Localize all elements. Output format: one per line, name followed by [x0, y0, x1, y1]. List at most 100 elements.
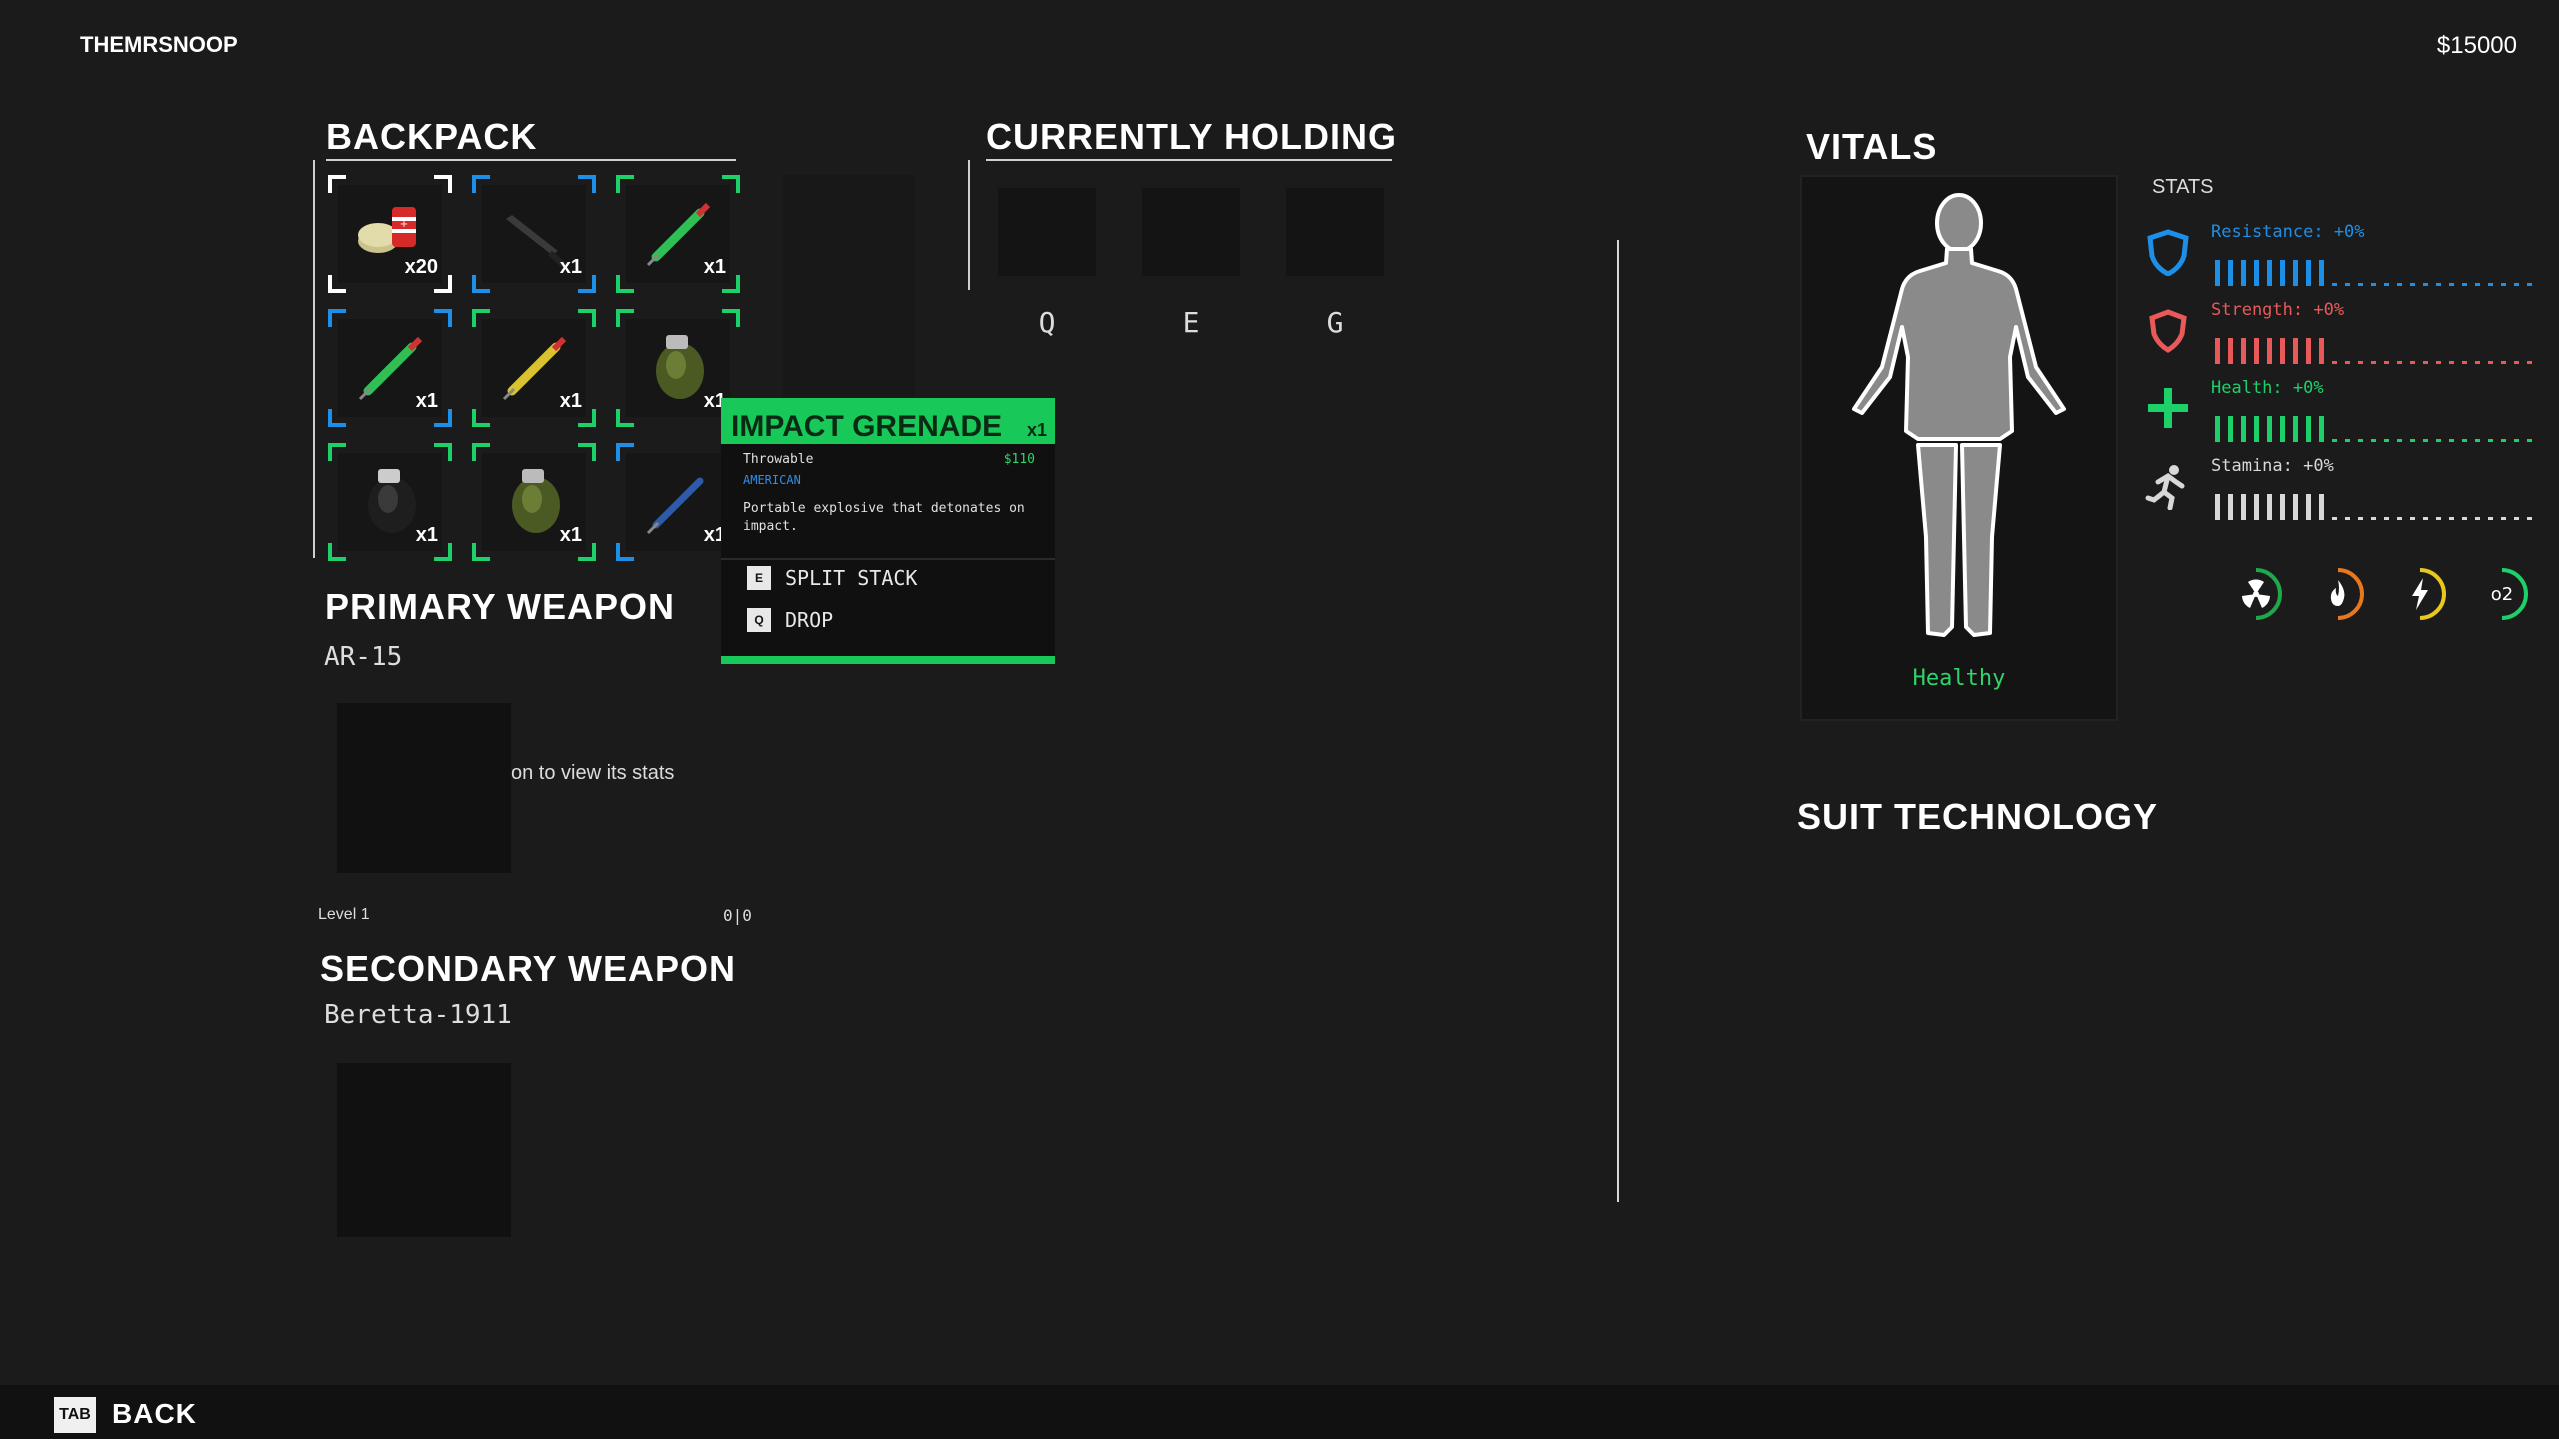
backpack-slot[interactable]: + x20 — [328, 175, 452, 293]
backpack-slot[interactable]: x1 — [328, 443, 452, 561]
backpack-slot[interactable]: x1 — [472, 175, 596, 293]
stat-bar-tick — [2215, 260, 2220, 286]
stat-bar-dash — [2371, 283, 2376, 286]
back-button[interactable]: BACK — [112, 1398, 197, 1430]
health-cross-icon — [2144, 384, 2192, 432]
lightning-icon — [2392, 566, 2448, 622]
tooltip-accent-bar — [721, 656, 1055, 664]
secondary-weapon-preview[interactable] — [337, 1063, 511, 1237]
stat-bar-tick — [2241, 416, 2246, 442]
stat-bar-dash — [2436, 517, 2441, 520]
stat-bar-dash — [2475, 517, 2480, 520]
stat-bar-dash — [2332, 439, 2337, 442]
stat-bar-dash — [2410, 283, 2415, 286]
stat-bar-dash — [2358, 439, 2363, 442]
tooltip-separator — [721, 558, 1055, 560]
hold-slot-e[interactable] — [1142, 188, 1240, 276]
backpack-title: BACKPACK — [326, 116, 538, 157]
primary-weapon-title: PRIMARY WEAPON — [325, 586, 676, 627]
holding-divider — [968, 160, 970, 290]
backpack-slot[interactable]: x1 — [472, 309, 596, 427]
stat-bar — [2215, 412, 2540, 442]
strength-shield-icon — [2144, 306, 2192, 354]
primary-weapon-ammo: 0|0 — [723, 906, 752, 925]
stat-bar-tick — [2254, 416, 2259, 442]
tooltip-item-name: IMPACT GRENADE — [731, 410, 1003, 443]
stat-bar-dash — [2449, 439, 2454, 442]
stat-bar-tick — [2215, 416, 2220, 442]
stat-bar-dash — [2358, 283, 2363, 286]
stat-bar-dash — [2397, 283, 2402, 286]
hold-slot-q[interactable] — [998, 188, 1096, 276]
hold-key-g: G — [1326, 306, 1344, 339]
hold-slot-g[interactable] — [1286, 188, 1384, 276]
stat-bar-dash — [2345, 361, 2350, 364]
drop-action[interactable]: Q DROP — [747, 607, 833, 633]
stat-bar-dash — [2475, 439, 2480, 442]
backpack-slot[interactable]: x1 — [616, 175, 740, 293]
slot-quantity: x1 — [415, 390, 438, 412]
primary-weapon-level: Level 1 — [318, 906, 370, 923]
stat-bar-tick — [2306, 338, 2311, 364]
stat-bar-tick — [2215, 338, 2220, 364]
player-name: THEMRSNOOP — [80, 32, 238, 57]
stat-bar-tick — [2280, 494, 2285, 520]
hold-key-q: Q — [1038, 306, 1056, 339]
tooltip-item-description: Portable explosive that detonates on imp… — [743, 501, 1025, 534]
backpack-slot[interactable]: x1 — [328, 309, 452, 427]
tooltip-item-price: $110 — [1003, 452, 1035, 467]
stat-bar-dash — [2514, 439, 2519, 442]
stat-bar-dash — [2397, 361, 2402, 364]
stat-bar-dash — [2332, 361, 2337, 364]
stat-bar-dash — [2358, 361, 2363, 364]
stat-bar-tick — [2306, 494, 2311, 520]
stat-bar-dash — [2462, 283, 2467, 286]
stat-bar-tick — [2293, 260, 2298, 286]
stat-bar-dash — [2410, 439, 2415, 442]
stat-bar-dash — [2514, 283, 2519, 286]
stat-bar-dash — [2527, 517, 2532, 520]
primary-weapon-hint: on to view its stats — [511, 762, 675, 784]
stat-bar-tick — [2241, 494, 2246, 520]
stat-bar-dash — [2345, 439, 2350, 442]
suit-technology-title: SUIT TECHNOLOGY — [1797, 796, 2159, 837]
backpack-slot[interactable]: x1 — [472, 443, 596, 561]
stat-bar-tick — [2280, 338, 2285, 364]
stat-label: Health: +0% — [2211, 378, 2324, 398]
stat-bar-dash — [2449, 283, 2454, 286]
stat-bar-dash — [2488, 439, 2493, 442]
stat-bar-dash — [2371, 439, 2376, 442]
stat-bar-tick — [2254, 494, 2259, 520]
split-stack-key: E — [747, 566, 771, 590]
stat-bar-dash — [2475, 361, 2480, 364]
stat-bar-tick — [2306, 416, 2311, 442]
stat-bar-dash — [2501, 517, 2506, 520]
tooltip-header: IMPACT GRENADE x1 — [721, 398, 1055, 444]
split-stack-label: SPLIT STACK — [785, 566, 918, 590]
split-stack-action[interactable]: E SPLIT STACK — [747, 565, 917, 591]
stat-bar-dash — [2436, 361, 2441, 364]
stat-bar-dash — [2436, 439, 2441, 442]
stat-bar-tick — [2267, 494, 2272, 520]
primary-weapon-preview[interactable] — [337, 703, 511, 873]
svg-text:o2: o2 — [2491, 584, 2513, 605]
stat-bar-tick — [2319, 494, 2324, 520]
radiation-icon — [2228, 566, 2284, 622]
tab-key[interactable]: TAB — [54, 1397, 96, 1433]
drop-key: Q — [747, 608, 771, 632]
stat-bar — [2215, 334, 2540, 364]
stat-bar — [2215, 490, 2540, 520]
stat-bar-dash — [2384, 517, 2389, 520]
stat-bar-tick — [2215, 494, 2220, 520]
stat-bar-dash — [2384, 361, 2389, 364]
backpack-underline — [326, 159, 736, 161]
stat-bar-dash — [2488, 361, 2493, 364]
holding-title: CURRENTLY HOLDING — [986, 116, 1398, 157]
stat-bar-tick — [2241, 338, 2246, 364]
stat-label: Strength: +0% — [2211, 300, 2345, 320]
stat-bar-tick — [2267, 260, 2272, 286]
stat-bar-dash — [2423, 439, 2428, 442]
secondary-weapon-name: Beretta-1911 — [324, 1000, 512, 1030]
stat-bar-tick — [2319, 416, 2324, 442]
tooltip-item-origin: AMERICAN — [743, 473, 801, 487]
